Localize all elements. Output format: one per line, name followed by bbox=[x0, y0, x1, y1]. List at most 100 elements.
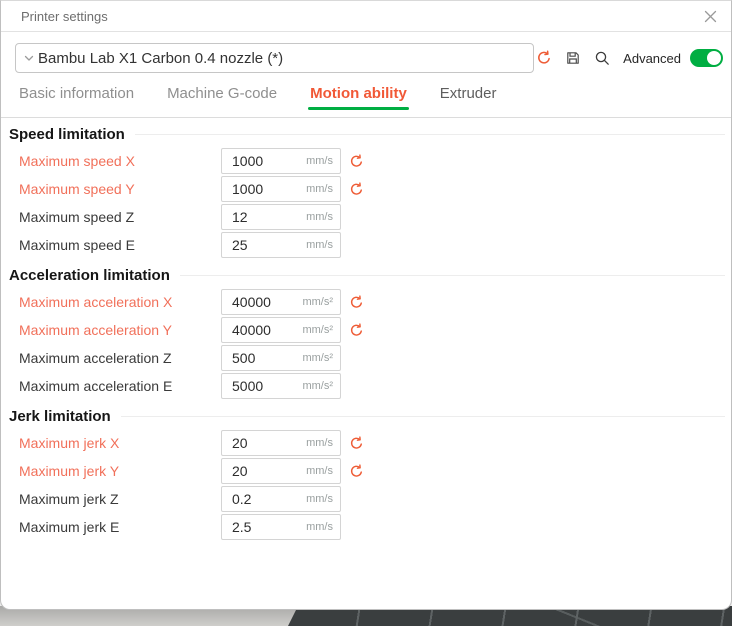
max-speed-y-input[interactable] bbox=[222, 181, 306, 197]
max-accel-z-field: mm/s² bbox=[221, 345, 341, 371]
search-icon bbox=[594, 50, 611, 67]
undo-value-button[interactable] bbox=[349, 323, 364, 338]
undo-icon bbox=[349, 182, 364, 197]
unit-label: mm/s bbox=[306, 183, 340, 195]
max-accel-e-field: mm/s² bbox=[221, 373, 341, 399]
advanced-toggle[interactable] bbox=[690, 49, 723, 67]
setting-row: Maximum speed E mm/s bbox=[1, 231, 725, 259]
setting-row: Maximum speed Z mm/s bbox=[1, 203, 725, 231]
preset-name: Bambu Lab X1 Carbon 0.4 nozzle (*) bbox=[38, 50, 283, 67]
setting-label: Maximum acceleration E bbox=[19, 378, 221, 394]
unit-label: mm/s bbox=[306, 155, 340, 167]
section-rule bbox=[180, 275, 725, 276]
max-jerk-y-input[interactable] bbox=[222, 463, 306, 479]
max-accel-z-input[interactable] bbox=[222, 350, 302, 366]
setting-label: Maximum acceleration Y bbox=[19, 322, 221, 338]
setting-row: Maximum jerk X mm/s bbox=[1, 429, 725, 457]
tab-machine-gcode[interactable]: Machine G-code bbox=[165, 85, 279, 117]
printer-preset-select[interactable]: Bambu Lab X1 Carbon 0.4 nozzle (*) bbox=[15, 43, 534, 73]
undo-icon bbox=[349, 295, 364, 310]
max-speed-e-input[interactable] bbox=[222, 237, 306, 253]
setting-row: Maximum jerk Y mm/s bbox=[1, 457, 725, 485]
section-jerk-limitation: Jerk limitation bbox=[1, 404, 725, 429]
section-title-text: Speed limitation bbox=[9, 126, 125, 143]
max-accel-y-field: mm/s² bbox=[221, 317, 341, 343]
max-jerk-e-input[interactable] bbox=[222, 519, 306, 535]
setting-label: Maximum jerk Y bbox=[19, 463, 221, 479]
setting-label: Maximum speed X bbox=[19, 153, 221, 169]
max-jerk-y-field: mm/s bbox=[221, 458, 341, 484]
max-speed-x-field: mm/s bbox=[221, 148, 341, 174]
dialog-title: Printer settings bbox=[1, 9, 108, 24]
close-button[interactable] bbox=[697, 3, 723, 29]
unit-label: mm/s bbox=[306, 239, 340, 251]
max-jerk-z-field: mm/s bbox=[221, 486, 341, 512]
setting-row: Maximum jerk E mm/s bbox=[1, 513, 725, 541]
max-speed-y-field: mm/s bbox=[221, 176, 341, 202]
setting-label: Maximum jerk X bbox=[19, 435, 221, 451]
tab-extruder[interactable]: Extruder bbox=[438, 85, 499, 117]
save-icon bbox=[565, 50, 581, 66]
preset-row: Bambu Lab X1 Carbon 0.4 nozzle (*) Advan… bbox=[1, 32, 731, 73]
settings-content: Speed limitation Maximum speed X mm/s Ma… bbox=[1, 122, 731, 541]
max-jerk-e-field: mm/s bbox=[221, 514, 341, 540]
unit-label: mm/s bbox=[306, 465, 340, 477]
unit-label: mm/s bbox=[306, 437, 340, 449]
search-button[interactable] bbox=[592, 48, 612, 68]
max-speed-z-input[interactable] bbox=[222, 209, 306, 225]
section-acceleration-limitation: Acceleration limitation bbox=[1, 263, 725, 288]
advanced-label: Advanced bbox=[623, 51, 681, 66]
setting-row: Maximum acceleration X mm/s² bbox=[1, 288, 725, 316]
undo-value-button[interactable] bbox=[349, 464, 364, 479]
setting-label: Maximum acceleration X bbox=[19, 294, 221, 310]
unit-label: mm/s² bbox=[302, 352, 340, 364]
tab-bar: Basic information Machine G-code Motion … bbox=[1, 73, 731, 118]
setting-label: Maximum jerk E bbox=[19, 519, 221, 535]
printer-settings-dialog: Printer settings Bambu Lab X1 Carbon 0.4… bbox=[0, 0, 732, 610]
setting-row: Maximum jerk Z mm/s bbox=[1, 485, 725, 513]
save-preset-button[interactable] bbox=[563, 48, 583, 68]
setting-row: Maximum speed Y mm/s bbox=[1, 175, 725, 203]
section-rule bbox=[121, 416, 725, 417]
setting-row: Maximum acceleration E mm/s² bbox=[1, 372, 725, 400]
max-jerk-x-field: mm/s bbox=[221, 430, 341, 456]
max-speed-x-input[interactable] bbox=[222, 153, 306, 169]
setting-row: Maximum acceleration Z mm/s² bbox=[1, 344, 725, 372]
max-speed-z-field: mm/s bbox=[221, 204, 341, 230]
max-jerk-z-input[interactable] bbox=[222, 491, 306, 507]
setting-label: Maximum jerk Z bbox=[19, 491, 221, 507]
max-accel-e-input[interactable] bbox=[222, 378, 302, 394]
tab-motion-ability[interactable]: Motion ability bbox=[308, 85, 409, 117]
max-accel-x-field: mm/s² bbox=[221, 289, 341, 315]
undo-icon bbox=[349, 323, 364, 338]
undo-value-button[interactable] bbox=[349, 154, 364, 169]
max-speed-e-field: mm/s bbox=[221, 232, 341, 258]
max-accel-y-input[interactable] bbox=[222, 322, 302, 338]
unit-label: mm/s² bbox=[302, 380, 340, 392]
unit-label: mm/s² bbox=[302, 296, 340, 308]
undo-icon bbox=[349, 154, 364, 169]
section-rule bbox=[135, 134, 725, 135]
setting-label: Maximum speed Y bbox=[19, 181, 221, 197]
setting-label: Maximum acceleration Z bbox=[19, 350, 221, 366]
section-speed-limitation: Speed limitation bbox=[1, 122, 725, 147]
toggle-knob bbox=[707, 51, 721, 65]
setting-label: Maximum speed Z bbox=[19, 209, 221, 225]
dialog-titlebar: Printer settings bbox=[1, 1, 731, 32]
preset-actions: Advanced bbox=[534, 48, 723, 68]
max-jerk-x-input[interactable] bbox=[222, 435, 306, 451]
undo-value-button[interactable] bbox=[349, 182, 364, 197]
max-accel-x-input[interactable] bbox=[222, 294, 302, 310]
undo-value-button[interactable] bbox=[349, 295, 364, 310]
section-title-text: Acceleration limitation bbox=[9, 267, 170, 284]
undo-preset-button[interactable] bbox=[534, 48, 554, 68]
unit-label: mm/s² bbox=[302, 324, 340, 336]
tab-basic-information[interactable]: Basic information bbox=[17, 85, 136, 117]
undo-icon bbox=[349, 464, 364, 479]
undo-icon bbox=[349, 436, 364, 451]
unit-label: mm/s bbox=[306, 493, 340, 505]
setting-row: Maximum acceleration Y mm/s² bbox=[1, 316, 725, 344]
section-title-text: Jerk limitation bbox=[9, 408, 111, 425]
undo-value-button[interactable] bbox=[349, 436, 364, 451]
unit-label: mm/s bbox=[306, 211, 340, 223]
